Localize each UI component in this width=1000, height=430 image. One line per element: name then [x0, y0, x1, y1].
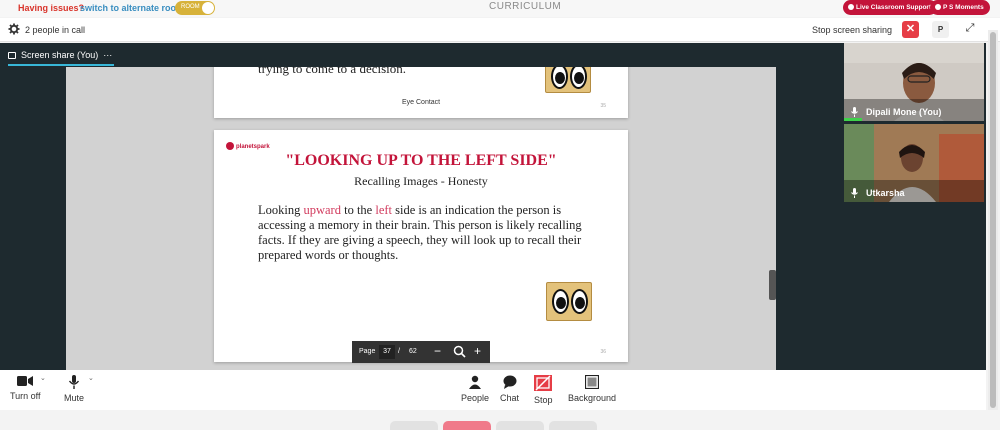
microphone-icon	[68, 375, 80, 389]
moments-button[interactable]: P S Moments	[930, 0, 990, 15]
switch-room-link[interactable]: switch to alternate room	[80, 3, 184, 13]
eyes-illustration	[546, 282, 592, 321]
dock-item[interactable]	[549, 421, 597, 430]
people-icon	[469, 375, 482, 389]
scrollbar-thumb[interactable]	[990, 32, 996, 408]
bottom-dock	[390, 421, 610, 430]
screen-share-icon	[8, 52, 16, 59]
tab-label: Screen share (You)	[21, 50, 99, 60]
highlight-upward: upward	[303, 203, 341, 217]
people-count: 2 people in call	[25, 25, 86, 35]
call-header: 2 people in call Stop screen sharing ✕ P…	[0, 18, 1000, 42]
slide-subtitle: Recalling Images - Honesty	[354, 174, 488, 188]
moments-label: P S Moments	[943, 4, 984, 11]
planetspark-logo: planetspark	[226, 142, 270, 150]
mic-icon	[851, 107, 858, 117]
camera-label: Turn off	[10, 391, 41, 401]
participant-name: Utkarsha	[866, 188, 905, 198]
viewer-scrollbar[interactable]	[769, 270, 776, 300]
speaking-indicator	[844, 118, 862, 121]
stop-share-button[interactable]: Stop	[534, 375, 553, 405]
pin-button[interactable]: P	[932, 21, 949, 38]
body-text-1: Looking	[258, 203, 304, 217]
people-button[interactable]: People	[461, 375, 489, 403]
slide-previous: trying to come to a decision. Eye Contac…	[214, 67, 628, 118]
background-button[interactable]: Background	[568, 375, 616, 403]
slide-current: planetspark "LOOKING UP TO THE LEFT SIDE…	[214, 130, 628, 362]
participant-name: Dipali Mone (You)	[866, 107, 942, 117]
page-label: Page	[359, 348, 376, 355]
camera-button[interactable]: Turn off	[10, 375, 41, 401]
support-icon	[848, 4, 854, 10]
mic-button[interactable]: Mute	[64, 375, 84, 403]
slide-number: 36	[600, 349, 606, 355]
tab-underline	[8, 64, 114, 66]
chevron-down-icon[interactable]: ⌄	[88, 374, 94, 382]
expand-icon[interactable]: ⤢	[962, 22, 978, 38]
stop-label: Stop	[534, 395, 553, 405]
zoom-in-button[interactable]: +	[474, 345, 481, 357]
page-separator: /	[398, 348, 400, 355]
tab-screen-share[interactable]: Screen share (You) ···	[8, 50, 112, 60]
page-title: CURRICULUM	[489, 1, 562, 12]
stop-share-icon	[534, 375, 553, 391]
toggle-knob	[202, 2, 214, 14]
background-label: Background	[568, 393, 617, 403]
more-icon[interactable]: ···	[103, 50, 112, 60]
people-label: People	[461, 393, 490, 403]
issues-text: Having issues?	[18, 3, 85, 13]
room-toggle-label: ROOM	[181, 4, 200, 10]
call-controls: Turn off ⌄ Mute ⌄ People Chat Stop Backg…	[0, 370, 986, 410]
slide-prev-caption: Eye Contact	[402, 99, 441, 106]
live-support-button[interactable]: Live Classroom Support	[843, 0, 938, 15]
gear-icon[interactable]	[8, 23, 20, 35]
moments-icon	[935, 4, 941, 10]
slide-prev-text: trying to come to a decision.	[258, 67, 407, 76]
room-toggle[interactable]: ROOM	[175, 1, 215, 15]
chat-label: Chat	[500, 393, 520, 403]
mic-label: Mute	[64, 393, 85, 403]
top-bar: Having issues? switch to alternate room …	[0, 0, 1000, 17]
dock-item[interactable]	[390, 421, 438, 430]
chat-icon	[503, 375, 516, 389]
page-total: 62	[409, 348, 417, 355]
slide-prev-number: 35	[600, 103, 606, 109]
dock-item[interactable]	[496, 421, 544, 430]
zoom-out-button[interactable]: −	[434, 345, 441, 357]
page-number-input[interactable]: 37	[379, 345, 395, 359]
page-scrollbar[interactable]	[988, 30, 998, 410]
chat-button[interactable]: Chat	[500, 375, 519, 403]
participant-tile[interactable]: Dipali Mone (You)	[844, 43, 984, 121]
slide-title: "LOOKING UP TO THE LEFT SIDE"	[285, 152, 557, 169]
stop-sharing-label: Stop screen sharing	[812, 25, 893, 35]
mic-icon	[851, 188, 858, 198]
zoom-search-icon[interactable]	[453, 345, 466, 358]
stop-sharing-button[interactable]: ✕	[902, 21, 919, 38]
body-text-2: to the	[340, 203, 376, 217]
chevron-down-icon[interactable]: ⌄	[40, 374, 46, 382]
participant-tile[interactable]: Utkarsha	[844, 124, 984, 202]
background-icon	[585, 375, 600, 389]
screen-share-stage: Screen share (You) ··· trying to come to…	[0, 43, 986, 370]
eyes-illustration	[545, 67, 591, 93]
support-label: Live Classroom Support	[856, 4, 932, 11]
page-toolbar: Page 37 / 62 − +	[352, 341, 490, 363]
tile-shade	[844, 180, 984, 202]
slide-body: Looking upward to the left side is an in…	[258, 203, 594, 263]
camera-icon	[17, 376, 34, 386]
logo-text: planetspark	[236, 144, 270, 150]
dock-item-active[interactable]	[443, 421, 491, 430]
highlight-left: left	[375, 203, 393, 217]
document-viewer[interactable]: trying to come to a decision. Eye Contac…	[66, 67, 776, 370]
